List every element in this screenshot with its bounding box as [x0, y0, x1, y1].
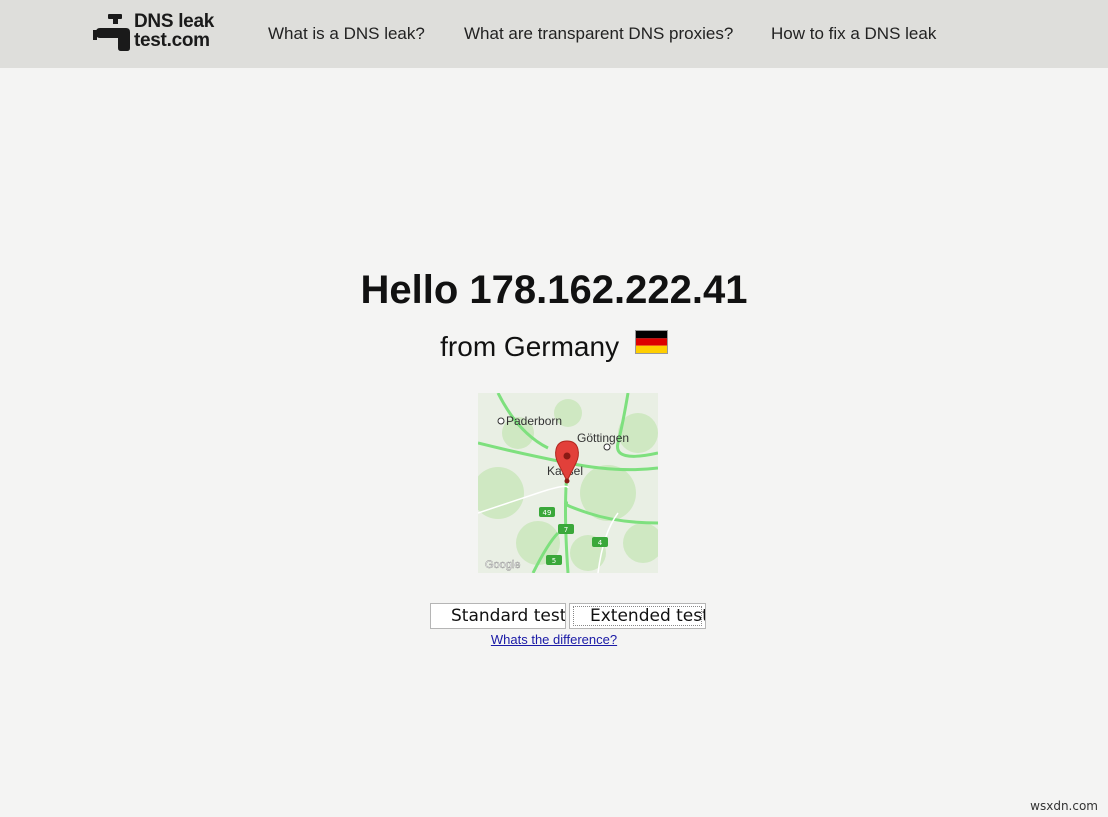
- extended-test-button[interactable]: Extended test: [569, 603, 706, 629]
- top-navigation-bar: DNS leak test.com What is a DNS leak? Wh…: [0, 0, 1108, 68]
- road-shield-7: 7: [558, 524, 574, 534]
- focus-ring: [573, 606, 702, 626]
- svg-text:49: 49: [543, 509, 552, 517]
- road-shield-49: 49: [539, 507, 555, 517]
- map-attribution: Google: [485, 559, 520, 571]
- svg-text:7: 7: [564, 526, 568, 534]
- faucet-icon: [93, 14, 130, 51]
- map-label-gottingen: Göttingen: [577, 431, 629, 445]
- site-logo[interactable]: DNS leak test.com: [92, 12, 232, 56]
- nav-what-is-dns-leak[interactable]: What is a DNS leak?: [268, 24, 425, 44]
- map-label-paderborn: Paderborn: [506, 414, 562, 428]
- watermark: wsxdn.com: [1030, 799, 1098, 813]
- logo-text: DNS leak test.com: [134, 12, 214, 50]
- location-text: from Germany: [440, 331, 620, 362]
- location-line: from Germany: [0, 330, 1108, 363]
- logo-line-2: test.com: [134, 30, 210, 51]
- whats-the-difference-link[interactable]: Whats the difference?: [0, 632, 1108, 647]
- svg-text:4: 4: [598, 539, 603, 547]
- road-shield-4: 4: [592, 537, 608, 547]
- germany-flag-icon: [634, 330, 668, 354]
- ip-greeting: Hello 178.162.222.41: [360, 268, 748, 312]
- nav-how-to-fix[interactable]: How to fix a DNS leak: [771, 24, 936, 44]
- logo-line-1: DNS leak: [134, 11, 214, 32]
- nav-transparent-dns-proxies[interactable]: What are transparent DNS proxies?: [464, 24, 733, 44]
- svg-text:5: 5: [552, 557, 556, 565]
- road-shield-5: 5: [546, 555, 562, 565]
- location-map[interactable]: Paderborn Göttingen Kassel 49 7 4 5 Goog…: [478, 393, 658, 573]
- standard-test-button[interactable]: Standard test: [430, 603, 566, 629]
